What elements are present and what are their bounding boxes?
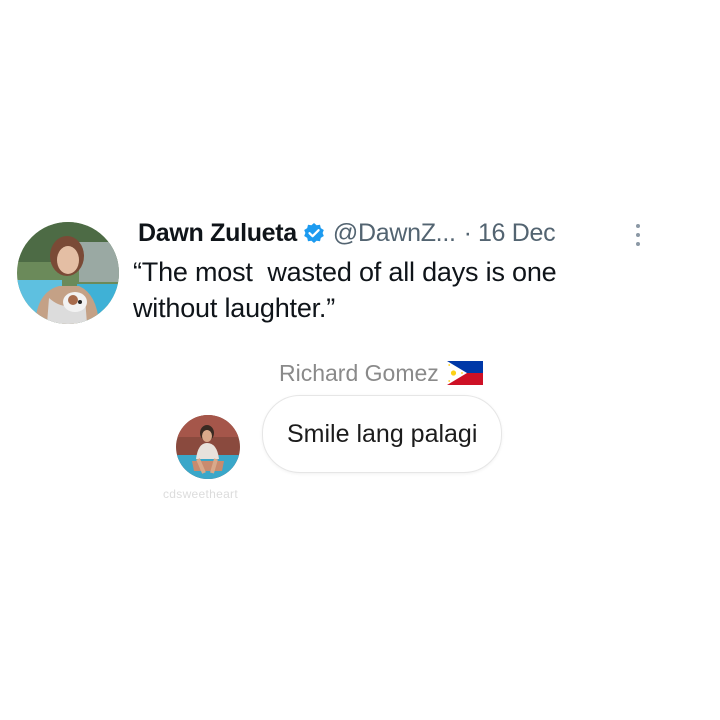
more-vert-icon[interactable]	[628, 218, 648, 252]
reply-comment-bubble[interactable]: Smile lang palagi	[262, 395, 503, 473]
verified-badge-icon	[303, 222, 325, 244]
tweet-text-line: “The most wasted of all days is one	[133, 257, 557, 287]
tweet-card: Dawn Zulueta @DawnZ... · 16 Dec “The mos…	[0, 0, 720, 340]
author-handle[interactable]: @DawnZ...	[333, 219, 456, 248]
watermark: cdsweetheart	[163, 487, 238, 501]
tweet-text: “The most wasted of all days is one with…	[133, 254, 653, 326]
separator-dot: ·	[463, 218, 472, 247]
reply-author: Richard Gomez	[279, 358, 483, 388]
author-name[interactable]: Dawn Zulueta	[138, 219, 297, 248]
author-avatar[interactable]	[17, 222, 119, 324]
reply-message: Smile lang palagi	[287, 419, 478, 448]
reply-avatar[interactable]	[176, 415, 240, 479]
tweet-date[interactable]: 16 Dec	[478, 219, 556, 248]
tweet-header: Dawn Zulueta @DawnZ... · 16 Dec	[138, 214, 556, 252]
philippines-flag-icon	[446, 361, 483, 385]
reply-author-name[interactable]: Richard Gomez	[279, 360, 439, 387]
tweet-text-line: without laughter.”	[133, 293, 336, 323]
